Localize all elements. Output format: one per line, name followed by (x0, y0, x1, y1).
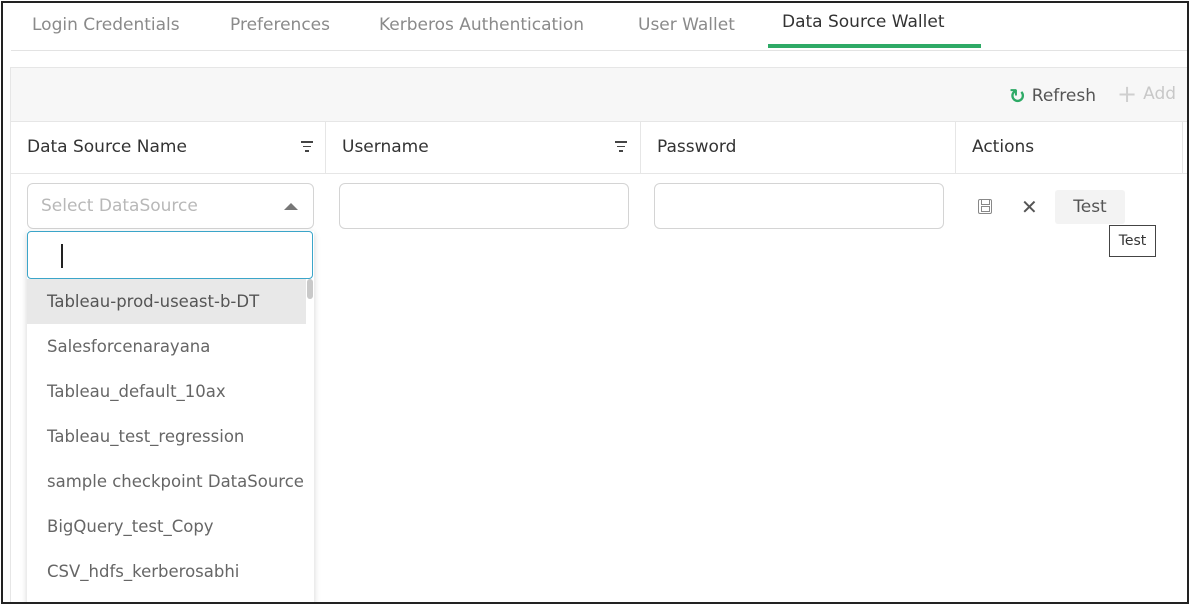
add-label: Add (1143, 84, 1177, 104)
plus-icon: + (1117, 80, 1138, 108)
dropdown-scrollbar[interactable] (307, 279, 313, 299)
settings-window: Login Credentials Preferences Kerberos A… (1, 1, 1189, 604)
datasource-select[interactable]: Select DataSource (27, 183, 314, 229)
tab-data-source-wallet[interactable]: Data Source Wallet (782, 12, 945, 32)
text-cursor (61, 244, 63, 268)
dropdown-options-list[interactable]: Tableau-prod-useast-b-DT Salesforcenaray… (27, 279, 314, 602)
dropdown-option[interactable]: CSV_hdfs_kerberosabhi (27, 549, 306, 594)
filter-icon[interactable] (614, 138, 628, 154)
dropdown-option[interactable]: Salesforcenarayana (27, 324, 306, 369)
refresh-button[interactable]: ↻ Refresh (1009, 84, 1096, 108)
dropdown-option[interactable]: BigQuery_test_Copy (27, 504, 306, 549)
column-title: Actions (972, 137, 1035, 157)
dropdown-option[interactable]: Tableau_test_regression (27, 414, 306, 459)
save-icon[interactable] (978, 199, 992, 214)
close-icon[interactable]: ✕ (1021, 195, 1038, 219)
active-tab-indicator (768, 44, 981, 48)
tab-kerberos-authentication[interactable]: Kerberos Authentication (379, 15, 584, 35)
column-title: Username (342, 137, 429, 157)
column-title: Data Source Name (27, 137, 187, 157)
grid-toolbar: ↻ Refresh + Add (11, 68, 1187, 122)
dropdown-option[interactable]: Tableau_default_10ax (27, 369, 306, 414)
datasource-select-placeholder: Select DataSource (41, 196, 198, 216)
column-header-actions: Actions (956, 122, 1183, 174)
password-input[interactable] (654, 183, 944, 229)
column-title: Password (657, 137, 737, 157)
add-button[interactable]: + Add (1117, 80, 1177, 108)
username-input[interactable] (339, 183, 629, 229)
column-header-password[interactable]: Password (641, 122, 956, 174)
column-header-username[interactable]: Username (326, 122, 641, 174)
column-header-data-source-name[interactable]: Data Source Name (11, 122, 326, 174)
data-source-wallet-panel: ↻ Refresh + Add Data Source Name Usernam… (10, 67, 1187, 602)
caret-up-icon (284, 203, 298, 210)
dropdown-search-input[interactable] (27, 231, 313, 279)
test-tooltip: Test (1109, 225, 1156, 257)
tab-bar: Login Credentials Preferences Kerberos A… (11, 3, 1187, 51)
test-button[interactable]: Test (1055, 190, 1125, 224)
tab-login-credentials[interactable]: Login Credentials (32, 15, 180, 35)
refresh-label: Refresh (1031, 86, 1096, 106)
refresh-icon: ↻ (1009, 84, 1026, 108)
dropdown-option[interactable]: sample checkpoint DataSource (27, 459, 306, 504)
tab-preferences[interactable]: Preferences (230, 15, 330, 35)
filter-icon[interactable] (300, 138, 314, 154)
grid-header: Data Source Name Username Password Actio… (11, 122, 1187, 174)
datasource-dropdown: Tableau-prod-useast-b-DT Salesforcenaray… (27, 231, 314, 602)
dropdown-option[interactable]: Tableau-prod-useast-b-DT (27, 279, 306, 324)
tab-user-wallet[interactable]: User Wallet (638, 15, 735, 35)
